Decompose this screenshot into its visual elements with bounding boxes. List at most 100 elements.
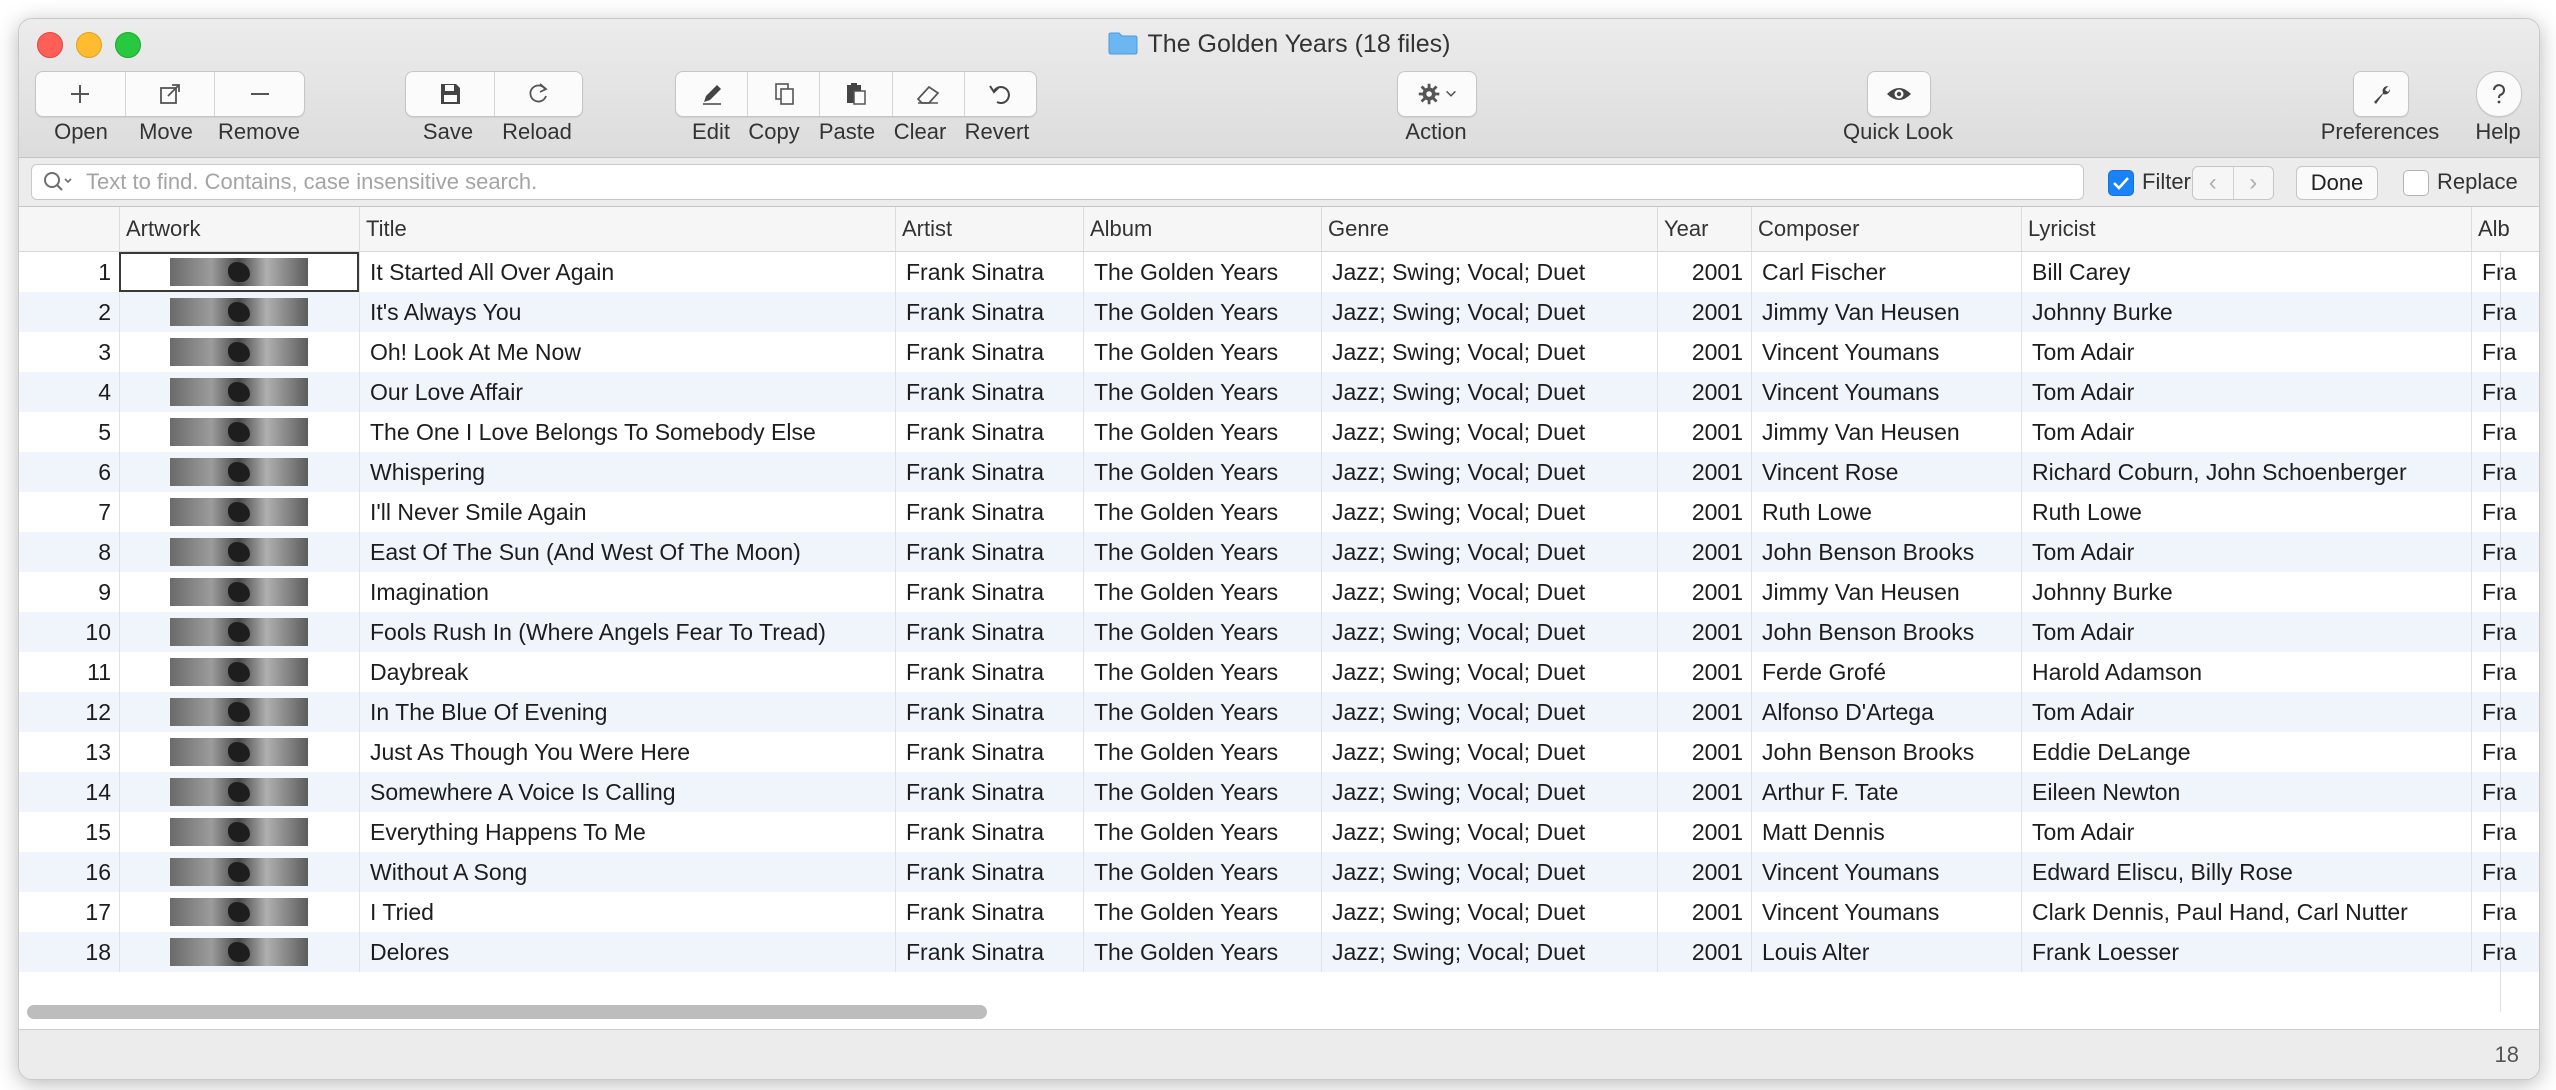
cell-lyricist[interactable]: Frank Loesser: [2021, 932, 2471, 972]
cell-title[interactable]: It Started All Over Again: [359, 252, 895, 292]
previous-match-button[interactable]: ‹: [2193, 167, 2234, 199]
cell-artist[interactable]: Frank Sinatra: [895, 892, 1083, 932]
cell-artist[interactable]: Frank Sinatra: [895, 532, 1083, 572]
cell-album[interactable]: The Golden Years: [1083, 452, 1321, 492]
table-row[interactable]: 10 Fools Rush In (Where Angels Fear To Tr…: [19, 612, 2539, 652]
cell-title[interactable]: Delores: [359, 932, 895, 972]
cell-year[interactable]: 2001: [1657, 372, 1751, 412]
cell-year[interactable]: 2001: [1657, 772, 1751, 812]
cell-album-artist[interactable]: Fra: [2471, 252, 2539, 292]
cell-lyricist[interactable]: Tom Adair: [2021, 812, 2471, 852]
cell-artwork[interactable]: [119, 252, 359, 292]
table-row[interactable]: 18 Delores Frank Sinatra The Golden Years Ja…: [19, 932, 2539, 972]
cell-album-artist[interactable]: Fra: [2471, 452, 2539, 492]
cell-lyricist[interactable]: Tom Adair: [2021, 532, 2471, 572]
cell-composer[interactable]: Jimmy Van Heusen: [1751, 292, 2021, 332]
cell-album[interactable]: The Golden Years: [1083, 932, 1321, 972]
cell-lyricist[interactable]: Ruth Lowe: [2021, 492, 2471, 532]
cell-composer[interactable]: John Benson Brooks: [1751, 532, 2021, 572]
table-row[interactable]: 14 Somewhere A Voice Is Calling Frank Sina…: [19, 772, 2539, 812]
cell-album-artist[interactable]: Fra: [2471, 412, 2539, 452]
cell-artist[interactable]: Frank Sinatra: [895, 852, 1083, 892]
table-row[interactable]: 7 I'll Never Smile Again Frank Sinatra The …: [19, 492, 2539, 532]
cell-artist[interactable]: Frank Sinatra: [895, 932, 1083, 972]
cell-lyricist[interactable]: Clark Dennis, Paul Hand, Carl Nutter: [2021, 892, 2471, 932]
cell-title[interactable]: Oh! Look At Me Now: [359, 332, 895, 372]
cell-album-artist[interactable]: Fra: [2471, 612, 2539, 652]
cell-year[interactable]: 2001: [1657, 532, 1751, 572]
cell-album-artist[interactable]: Fra: [2471, 892, 2539, 932]
table-row[interactable]: 12 In The Blue Of Evening Frank Sinatra The…: [19, 692, 2539, 732]
done-button[interactable]: Done: [2296, 166, 2378, 200]
preferences-button[interactable]: [2353, 71, 2409, 117]
table-row[interactable]: 8 East Of The Sun (And West Of The Moon) F…: [19, 532, 2539, 572]
column-header-title[interactable]: Title: [359, 207, 895, 251]
table-row[interactable]: 11 Daybreak Frank Sinatra The Golden Years J…: [19, 652, 2539, 692]
column-header-year[interactable]: Year: [1657, 207, 1751, 251]
cell-artist[interactable]: Frank Sinatra: [895, 772, 1083, 812]
cell-year[interactable]: 2001: [1657, 892, 1751, 932]
cell-genre[interactable]: Jazz; Swing; Vocal; Duet: [1321, 692, 1657, 732]
cell-album[interactable]: The Golden Years: [1083, 372, 1321, 412]
cell-title[interactable]: Everything Happens To Me: [359, 812, 895, 852]
cell-year[interactable]: 2001: [1657, 252, 1751, 292]
edit-button[interactable]: [676, 72, 749, 116]
quicklook-button[interactable]: [1867, 71, 1931, 117]
cell-album[interactable]: The Golden Years: [1083, 292, 1321, 332]
cell-album-artist[interactable]: Fra: [2471, 492, 2539, 532]
cell-year[interactable]: 2001: [1657, 292, 1751, 332]
cell-artist[interactable]: Frank Sinatra: [895, 452, 1083, 492]
cell-title[interactable]: Fools Rush In (Where Angels Fear To Trea…: [359, 612, 895, 652]
action-menu-button[interactable]: [1397, 71, 1477, 117]
cell-genre[interactable]: Jazz; Swing; Vocal; Duet: [1321, 732, 1657, 772]
cell-lyricist[interactable]: Eileen Newton: [2021, 772, 2471, 812]
cell-lyricist[interactable]: Tom Adair: [2021, 372, 2471, 412]
cell-artist[interactable]: Frank Sinatra: [895, 492, 1083, 532]
cell-composer[interactable]: Vincent Youmans: [1751, 852, 2021, 892]
cell-album[interactable]: The Golden Years: [1083, 692, 1321, 732]
cell-title[interactable]: I Tried: [359, 892, 895, 932]
cell-genre[interactable]: Jazz; Swing; Vocal; Duet: [1321, 252, 1657, 292]
column-header-composer[interactable]: Composer: [1751, 207, 2021, 251]
cell-lyricist[interactable]: Bill Carey: [2021, 252, 2471, 292]
horizontal-scrollbar[interactable]: [27, 1005, 987, 1019]
cell-artist[interactable]: Frank Sinatra: [895, 372, 1083, 412]
remove-button[interactable]: [215, 72, 304, 116]
cell-composer[interactable]: Matt Dennis: [1751, 812, 2021, 852]
cell-title[interactable]: Just As Though You Were Here: [359, 732, 895, 772]
cell-lyricist[interactable]: Johnny Burke: [2021, 572, 2471, 612]
cell-artist[interactable]: Frank Sinatra: [895, 612, 1083, 652]
cell-album[interactable]: The Golden Years: [1083, 612, 1321, 652]
open-button[interactable]: [36, 72, 126, 116]
cell-title[interactable]: Imagination: [359, 572, 895, 612]
cell-genre[interactable]: Jazz; Swing; Vocal; Duet: [1321, 932, 1657, 972]
cell-album[interactable]: The Golden Years: [1083, 492, 1321, 532]
table-row[interactable]: 6 Whispering Frank Sinatra The Golden Years…: [19, 452, 2539, 492]
table-row[interactable]: 17 I Tried Frank Sinatra The Golden Years Ja…: [19, 892, 2539, 932]
table-row[interactable]: 3 Oh! Look At Me Now Frank Sinatra The Gold…: [19, 332, 2539, 372]
cell-album[interactable]: The Golden Years: [1083, 772, 1321, 812]
cell-composer[interactable]: Vincent Youmans: [1751, 332, 2021, 372]
cell-title[interactable]: Whispering: [359, 452, 895, 492]
cell-composer[interactable]: Vincent Youmans: [1751, 892, 2021, 932]
cell-artwork[interactable]: [119, 492, 359, 532]
cell-year[interactable]: 2001: [1657, 732, 1751, 772]
cell-artist[interactable]: Frank Sinatra: [895, 572, 1083, 612]
cell-title[interactable]: Daybreak: [359, 652, 895, 692]
cell-artwork[interactable]: [119, 412, 359, 452]
cell-album-artist[interactable]: Fra: [2471, 292, 2539, 332]
cell-album-artist[interactable]: Fra: [2471, 732, 2539, 772]
cell-lyricist[interactable]: Harold Adamson: [2021, 652, 2471, 692]
cell-genre[interactable]: Jazz; Swing; Vocal; Duet: [1321, 652, 1657, 692]
cell-year[interactable]: 2001: [1657, 332, 1751, 372]
cell-artwork[interactable]: [119, 532, 359, 572]
cell-artist[interactable]: Frank Sinatra: [895, 332, 1083, 372]
cell-album[interactable]: The Golden Years: [1083, 252, 1321, 292]
table-row[interactable]: 9 Imagination Frank Sinatra The Golden Year…: [19, 572, 2539, 612]
cell-artist[interactable]: Frank Sinatra: [895, 812, 1083, 852]
cell-composer[interactable]: Jimmy Van Heusen: [1751, 412, 2021, 452]
cell-artist[interactable]: Frank Sinatra: [895, 292, 1083, 332]
cell-year[interactable]: 2001: [1657, 932, 1751, 972]
column-header-album-artist[interactable]: Alb: [2471, 207, 2539, 251]
table-row[interactable]: 2 It's Always You Frank Sinatra The Golden …: [19, 292, 2539, 332]
